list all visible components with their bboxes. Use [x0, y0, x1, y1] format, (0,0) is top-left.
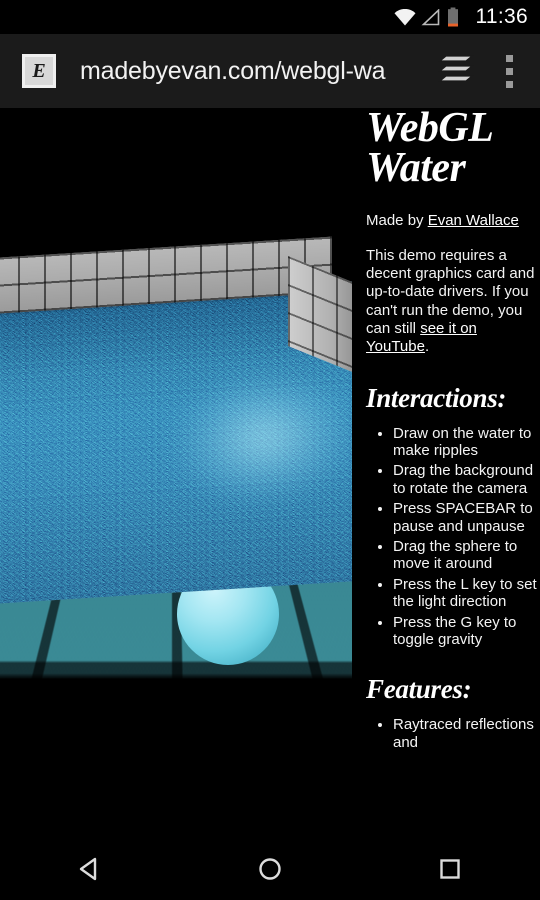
- list-item: Drag the background to rotate the camera: [393, 462, 540, 497]
- recents-square-icon: [437, 856, 463, 887]
- android-screen: 11:36 E madebyevan.com/webgl-wa WebGL Wa…: [0, 0, 540, 900]
- features-list: Raytraced reflections and: [366, 716, 540, 751]
- interactions-heading: Interactions:: [366, 382, 507, 413]
- overflow-menu-icon-dot3: [505, 80, 513, 88]
- overflow-menu-icon-dot2: [505, 67, 513, 75]
- web-page-content: WebGL Water Made by Evan Wallace This de…: [0, 108, 540, 843]
- intro-text-after: .: [424, 338, 430, 356]
- tab-switcher-button[interactable]: [428, 43, 484, 99]
- list-item: Press SPACEBAR to pause and unpause: [393, 500, 540, 535]
- intro-paragraph: This demo requires a decent graphics car…: [366, 247, 540, 357]
- status-clock: 11:36: [475, 5, 528, 28]
- list-item: Drag the sphere to move it around: [393, 538, 540, 573]
- byline: Made by Evan Wallace: [366, 211, 540, 231]
- site-favicon: E: [22, 54, 56, 88]
- favicon-letter: E: [25, 57, 53, 85]
- cellular-signal-icon: [421, 8, 440, 26]
- back-button[interactable]: [0, 843, 180, 900]
- home-circle-icon: [257, 856, 283, 887]
- interactions-list: Draw on the water to make ripples Drag t…: [366, 425, 540, 649]
- features-heading: Features:: [366, 674, 472, 705]
- overflow-menu-button[interactable]: [484, 43, 534, 99]
- list-item: Press the G key to toggle gravity: [393, 614, 540, 649]
- list-item: Raytraced reflections and: [393, 716, 540, 751]
- status-icons: 11:36: [394, 5, 529, 29]
- list-item: Press the L key to set the light directi…: [393, 576, 540, 611]
- recents-button[interactable]: [360, 843, 540, 900]
- overflow-menu-icon: [505, 54, 513, 62]
- list-item: Draw on the water to make ripples: [393, 425, 540, 460]
- browser-toolbar: E madebyevan.com/webgl-wa: [0, 34, 540, 108]
- battery-icon: [447, 7, 459, 27]
- demo-description-column: WebGL Water Made by Evan Wallace This de…: [366, 108, 540, 843]
- webgl-water-demo-canvas[interactable]: [0, 108, 352, 808]
- back-triangle-icon: [77, 856, 103, 887]
- tab-switcher-icon: [436, 52, 476, 91]
- wifi-icon: [394, 9, 415, 26]
- url-bar[interactable]: madebyevan.com/webgl-wa: [80, 57, 428, 86]
- pool-scene: [0, 108, 352, 808]
- status-bar: 11:36: [0, 0, 540, 34]
- page-title: WebGL Water: [366, 108, 540, 189]
- byline-prefix: Made by: [366, 211, 428, 229]
- android-navigation-bar: [0, 843, 540, 900]
- author-link[interactable]: Evan Wallace: [428, 212, 519, 229]
- home-button[interactable]: [180, 843, 360, 900]
- page-title-line2: Water: [366, 145, 466, 192]
